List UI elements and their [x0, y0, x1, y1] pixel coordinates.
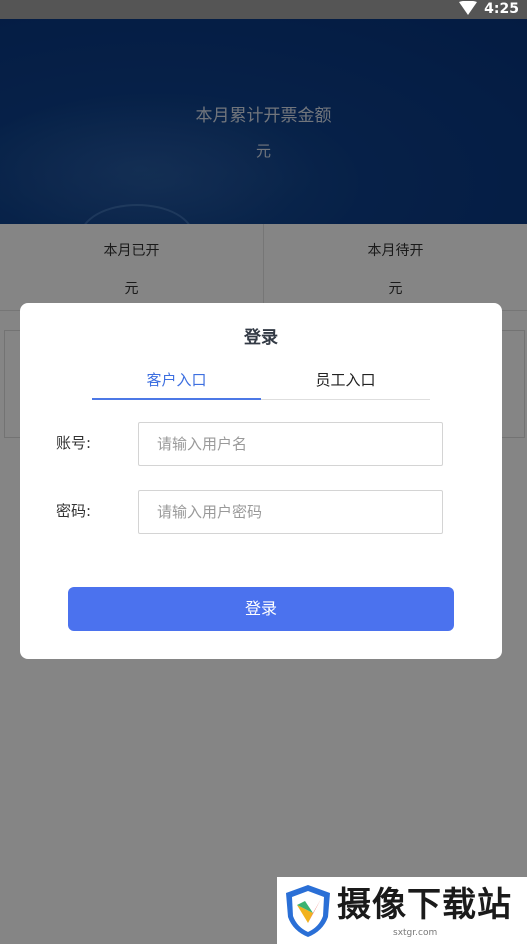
app-screen: 4:25 本月累计开票金额 元 本月已开 元 本月待开 元 登录 客户入口 员工…: [0, 0, 527, 944]
tab-customer-entry[interactable]: 客户入口: [92, 361, 261, 400]
watermark-name: 摄像下载站: [337, 885, 512, 925]
username-input[interactable]: [138, 422, 443, 466]
watermark-logo-icon: [286, 885, 330, 937]
login-dialog-title: 登录: [244, 328, 278, 348]
login-button[interactable]: 登录: [68, 587, 454, 631]
tab-employee-entry[interactable]: 员工入口: [261, 361, 430, 399]
status-bar: 4:25: [0, 0, 527, 19]
watermark: 摄像下载站 sxtgr.com: [277, 877, 527, 944]
watermark-domain: sxtgr.com: [393, 928, 438, 938]
password-label: 密码:: [56, 502, 92, 520]
login-dialog: 登录 客户入口 员工入口 账号: 密码: 登录: [20, 303, 502, 659]
password-input[interactable]: [138, 490, 443, 534]
username-label: 账号:: [56, 434, 92, 452]
status-time: 4:25: [484, 1, 519, 17]
wifi-icon: [459, 1, 477, 15]
login-tabs: 客户入口 员工入口: [92, 361, 430, 400]
